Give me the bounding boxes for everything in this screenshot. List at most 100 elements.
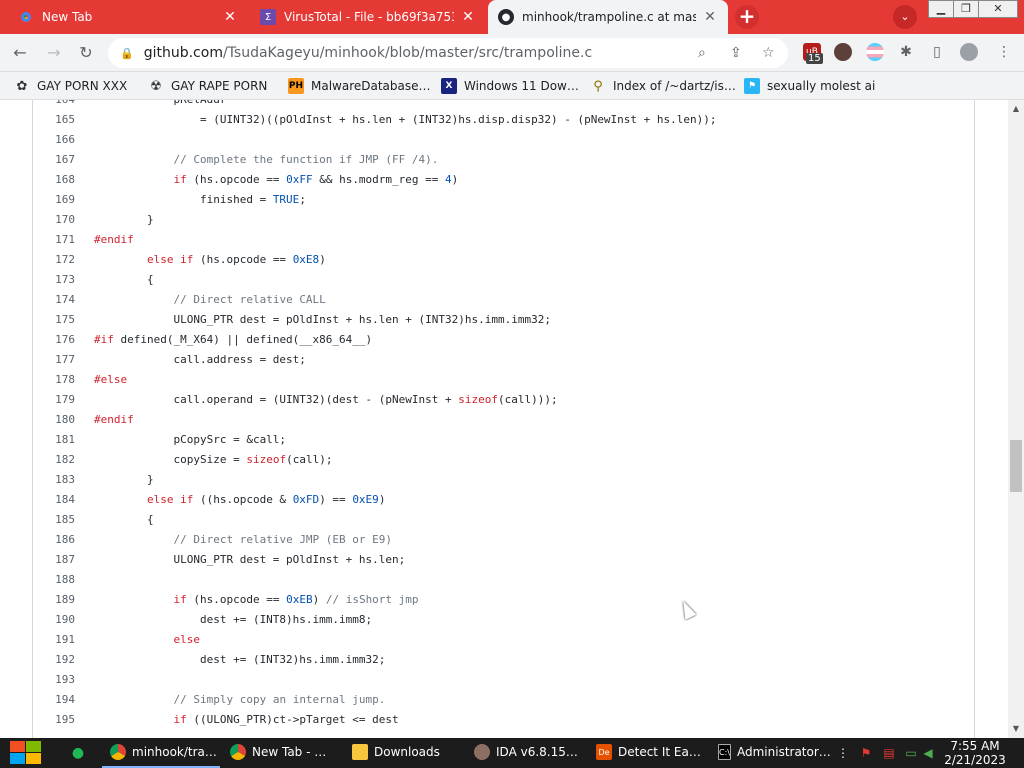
minimize-button[interactable]: ▁: [928, 0, 954, 18]
line-number[interactable]: 173: [33, 270, 75, 290]
line-number[interactable]: 189: [33, 590, 75, 610]
line-number[interactable]: 164: [33, 100, 75, 110]
taskbar-item[interactable]: Downloads: [344, 738, 462, 768]
back-button[interactable]: ←: [10, 43, 30, 63]
line-number[interactable]: 182: [33, 450, 75, 470]
bookmark-label: GAY RAPE PORN: [171, 79, 268, 93]
calendar-icon[interactable]: ▤: [881, 745, 897, 761]
address-bar[interactable]: 🔒 github.com/TsudaKageyu/minhook/blob/ma…: [108, 38, 788, 68]
line-number[interactable]: 183: [33, 470, 75, 490]
bookmark-label: GAY PORN XXX: [37, 79, 128, 93]
line-number[interactable]: 174: [33, 290, 75, 310]
code-line: dest += (INT8)hs.imm.imm8;: [94, 613, 373, 626]
tab-title: minhook/trampoline.c at master: [522, 10, 696, 24]
bookmark-item[interactable]: X Windows 11 Dow…: [441, 77, 579, 95]
windows-logo-part: [26, 753, 41, 764]
code-line: finished = TRUE;: [94, 193, 306, 206]
line-number[interactable]: 181: [33, 430, 75, 450]
extension-flag-icon[interactable]: [866, 43, 884, 61]
close-icon[interactable]: ✕: [460, 9, 476, 25]
windows-logo-icon: [10, 741, 25, 752]
bookmark-star-icon[interactable]: ☆: [762, 45, 775, 61]
taskbar-item[interactable]: De Detect It Ea…: [588, 738, 706, 768]
line-number[interactable]: 195: [33, 710, 75, 730]
line-number[interactable]: 175: [33, 310, 75, 330]
line-number[interactable]: 192: [33, 650, 75, 670]
reload-button[interactable]: ↻: [76, 43, 96, 63]
line-number[interactable]: 191: [33, 630, 75, 650]
line-number[interactable]: 194: [33, 690, 75, 710]
code-line: if (hs.opcode == 0xEB) // isShort jmp: [173, 593, 419, 606]
line-number[interactable]: 178: [33, 370, 75, 390]
clock[interactable]: 7:55 AM 2/21/2023: [932, 739, 1018, 767]
line-number[interactable]: 188: [33, 570, 75, 590]
page-content: 164 pRelAddr 165 = (UINT32)((pOldInst + h…: [0, 100, 1024, 738]
code-line: {: [94, 273, 154, 286]
scroll-down-arrow[interactable]: ▼: [1008, 722, 1024, 736]
line-number[interactable]: 165: [33, 110, 75, 130]
taskbar-item-label: Downloads: [374, 745, 440, 759]
line-number[interactable]: 168: [33, 170, 75, 190]
taskbar-item-label: IDA v6.8.15…: [496, 745, 578, 759]
taskbar-item[interactable]: IDA v6.8.15…: [466, 738, 584, 768]
bookmark-item[interactable]: ⚲ Index of /~dartz/is…: [590, 77, 736, 95]
tab-trampoline[interactable]: ● minhook/trampoline.c at master ✕: [488, 0, 728, 34]
scroll-up-arrow[interactable]: ▲: [1008, 102, 1024, 116]
code-line: #if defined(_M_X64) || defined(__x86_64_…: [94, 333, 373, 346]
lock-icon: 🔒: [120, 46, 134, 60]
scrollbar-thumb[interactable]: [1010, 440, 1022, 492]
overflow-icon[interactable]: ⋮: [835, 745, 851, 761]
forward-button[interactable]: →: [44, 43, 64, 63]
bookmark-item[interactable]: ☢ GAY RAPE PORN: [148, 77, 267, 95]
zoom-icon[interactable]: ⌕: [698, 45, 706, 61]
bookmark-item[interactable]: ⚑ sexually molest ai: [744, 77, 875, 95]
close-icon[interactable]: ✕: [222, 9, 238, 25]
code-line: // Complete the function if JMP (FF /4).: [173, 153, 439, 166]
tab-search-button[interactable]: ⌄: [893, 5, 917, 29]
puzzle-icon[interactable]: ✱: [897, 43, 915, 61]
scrollbar[interactable]: ▲ ▼: [1008, 100, 1024, 738]
taskbar-item[interactable]: New Tab - …: [222, 738, 340, 768]
close-window-button[interactable]: ✕: [978, 0, 1018, 18]
side-panel-icon[interactable]: ▯: [928, 43, 946, 61]
line-number[interactable]: 187: [33, 550, 75, 570]
line-number[interactable]: 166: [33, 130, 75, 150]
flag-icon[interactable]: ⚑: [858, 745, 874, 761]
new-tab-button[interactable]: +: [735, 5, 759, 29]
line-number[interactable]: 169: [33, 190, 75, 210]
tab-virustotal[interactable]: Σ VirusTotal - File - bb69f3a753 ✕: [250, 0, 486, 34]
spotify-icon[interactable]: ●: [70, 745, 86, 761]
line-number[interactable]: 172: [33, 250, 75, 270]
maximize-button[interactable]: ❐: [953, 0, 979, 18]
virustotal-icon: Σ: [260, 9, 276, 25]
taskbar-item[interactable]: C:\ Administrator…: [710, 738, 831, 768]
close-icon[interactable]: ✕: [702, 9, 718, 25]
line-number[interactable]: 176: [33, 330, 75, 350]
network-icon[interactable]: ▭: [903, 745, 919, 761]
line-number[interactable]: 186: [33, 530, 75, 550]
extension-avatar-icon[interactable]: [834, 43, 852, 61]
share-icon[interactable]: ⇪: [730, 45, 742, 61]
chrome-icon: [110, 744, 126, 760]
code-line: else if ((hs.opcode & 0xFD) == 0xE9): [146, 493, 386, 506]
line-number[interactable]: 171: [33, 230, 75, 250]
line-number[interactable]: 167: [33, 150, 75, 170]
start-button[interactable]: [8, 741, 42, 765]
bookmark-item[interactable]: ✿ GAY PORN XXX: [14, 77, 128, 95]
line-number[interactable]: 180: [33, 410, 75, 430]
profile-icon[interactable]: [960, 43, 978, 61]
code-line: call.operand = (UINT32)(dest - (pNewInst…: [94, 393, 558, 406]
taskbar-item[interactable]: minhook/tra…: [102, 738, 220, 768]
line-number[interactable]: 177: [33, 350, 75, 370]
bookmark-item[interactable]: PH MalwareDatabase…: [288, 77, 431, 95]
line-number[interactable]: 193: [33, 670, 75, 690]
bookmark-label: sexually molest ai: [767, 79, 876, 93]
menu-icon[interactable]: ⋮: [995, 43, 1013, 61]
line-number[interactable]: 170: [33, 210, 75, 230]
code-line: #else: [94, 373, 128, 386]
line-number[interactable]: 179: [33, 390, 75, 410]
line-number[interactable]: 185: [33, 510, 75, 530]
line-number[interactable]: 190: [33, 610, 75, 630]
tab-new-tab[interactable]: New Tab ✕: [8, 0, 248, 34]
line-number[interactable]: 184: [33, 490, 75, 510]
